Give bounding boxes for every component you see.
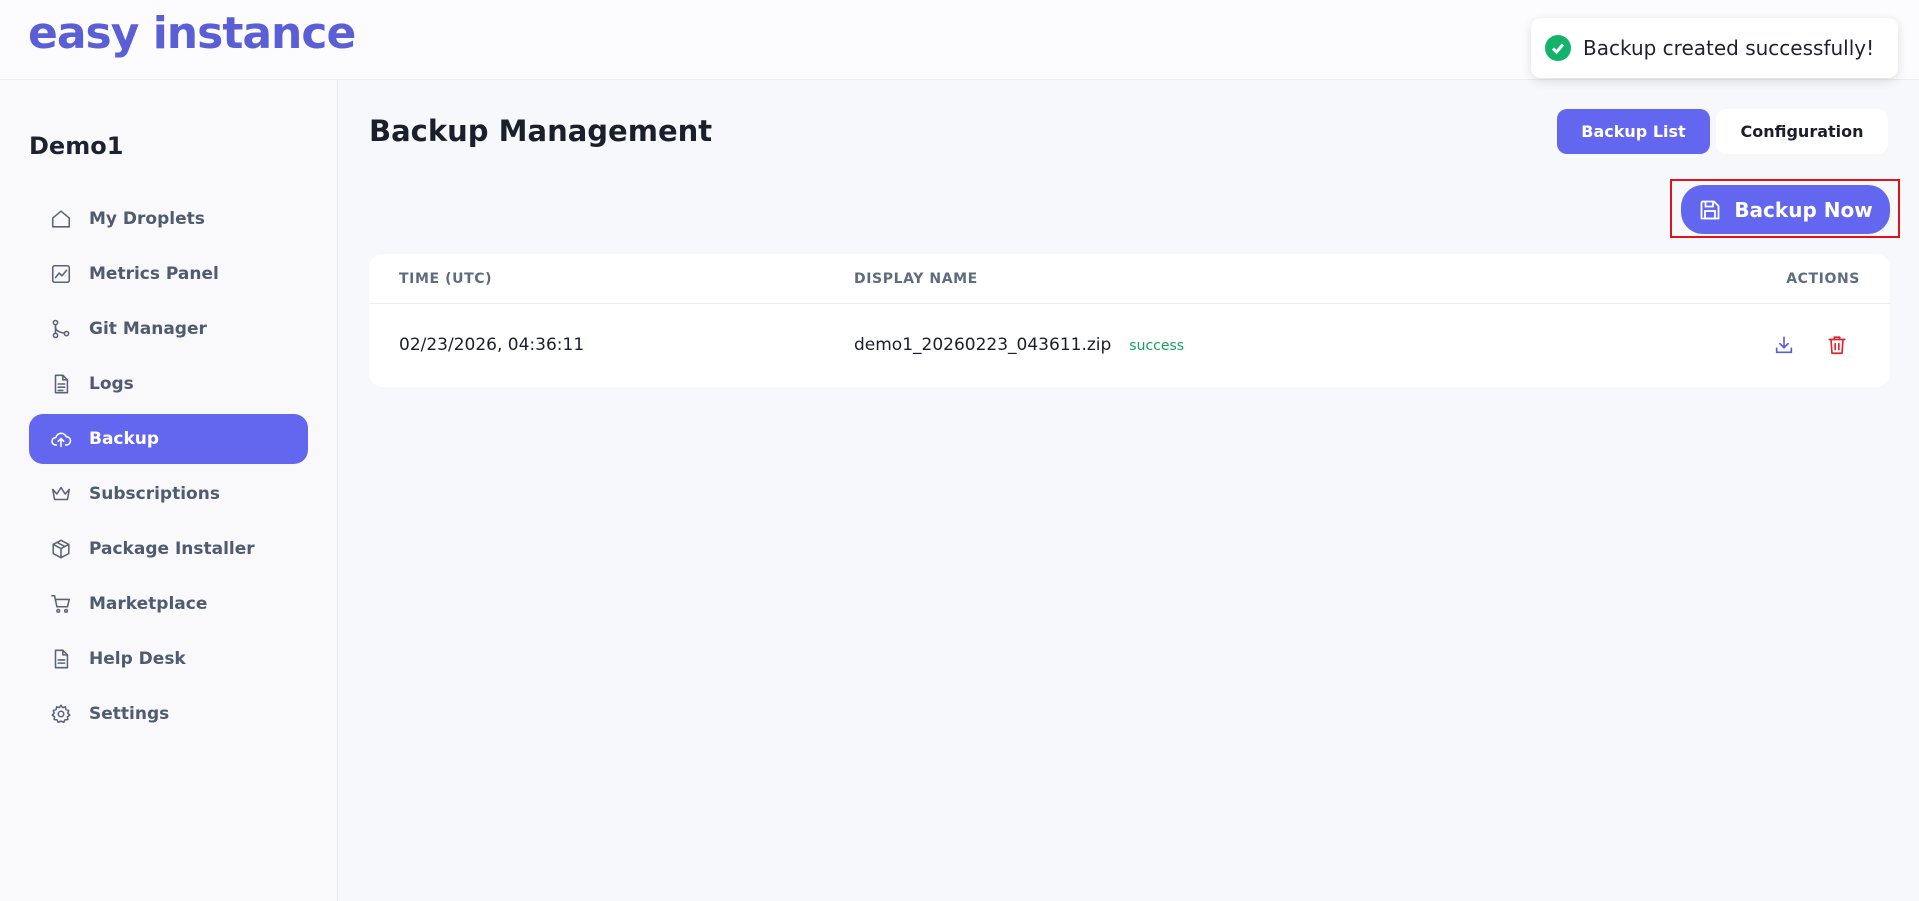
- table-row: 02/23/2026, 04:36:11 demo1_20260223_0436…: [369, 304, 1890, 387]
- git-branch-icon: [49, 317, 73, 341]
- highlight-box: Backup Now: [1670, 179, 1900, 238]
- download-button[interactable]: [1766, 327, 1802, 363]
- column-header-actions: ACTIONS: [1786, 271, 1860, 287]
- sidebar-item-label: Settings: [89, 704, 170, 724]
- backup-now-button[interactable]: Backup Now: [1681, 185, 1890, 234]
- sidebar-item-label: My Droplets: [89, 209, 205, 229]
- chart-icon: [49, 262, 73, 286]
- file-icon: [49, 647, 73, 671]
- sidebar-item-metrics-panel[interactable]: Metrics Panel: [29, 249, 308, 299]
- sidebar-item-help-desk[interactable]: Help Desk: [29, 634, 308, 684]
- backup-file-name: demo1_20260223_043611.zip: [854, 335, 1112, 355]
- sidebar-item-label: Logs: [89, 374, 134, 394]
- download-icon: [1775, 336, 1793, 354]
- sidebar-item-git-manager[interactable]: Git Manager: [29, 304, 308, 354]
- status-badge: success: [1129, 338, 1185, 354]
- sidebar-item-label: Subscriptions: [89, 484, 220, 504]
- sidebar-item-package-installer[interactable]: Package Installer: [29, 524, 308, 574]
- gear-icon: [49, 702, 73, 726]
- view-tabs: Backup List Configuration: [1557, 109, 1888, 154]
- sidebar-item-label: Marketplace: [89, 594, 208, 614]
- tab-configuration[interactable]: Configuration: [1716, 109, 1888, 154]
- sidebar-item-label: Help Desk: [89, 649, 186, 669]
- project-name: Demo1: [29, 132, 124, 160]
- success-toast: Backup created successfully!: [1531, 18, 1898, 78]
- backup-display-name: demo1_20260223_043611.zip success: [854, 335, 1184, 355]
- toast-message: Backup created successfully!: [1583, 36, 1875, 60]
- sidebar-item-label: Metrics Panel: [89, 264, 219, 284]
- main-content: Backup Management Backup List Configurat…: [339, 80, 1919, 901]
- package-icon: [49, 537, 73, 561]
- table-header: TIME (UTC) DISPLAY NAME ACTIONS: [369, 254, 1890, 304]
- sidebar-item-marketplace[interactable]: Marketplace: [29, 579, 308, 629]
- tab-backup-list[interactable]: Backup List: [1557, 109, 1710, 154]
- logo[interactable]: easy instance: [28, 8, 356, 59]
- sidebar-item-label: Package Installer: [89, 539, 255, 559]
- home-icon: [49, 207, 73, 231]
- trash-icon: [1828, 336, 1846, 355]
- save-icon: [1700, 200, 1720, 219]
- column-header-display-name: DISPLAY NAME: [854, 271, 978, 287]
- column-header-time: TIME (UTC): [399, 271, 493, 287]
- delete-button[interactable]: [1819, 327, 1855, 363]
- check-circle-icon: [1545, 35, 1571, 61]
- sidebar-item-label: Backup: [89, 429, 160, 449]
- crown-icon: [49, 482, 73, 506]
- document-icon: [49, 372, 73, 396]
- cloud-upload-icon: [49, 427, 73, 451]
- backup-now-label: Backup Now: [1734, 197, 1873, 222]
- sidebar-item-my-droplets[interactable]: My Droplets: [29, 194, 308, 244]
- sidebar-item-subscriptions[interactable]: Subscriptions: [29, 469, 308, 519]
- page-title: Backup Management: [369, 114, 713, 148]
- cart-icon: [49, 592, 73, 616]
- sidebar-item-label: Git Manager: [89, 319, 207, 339]
- sidebar-nav: My Droplets Metrics Panel Git Manager Lo…: [29, 194, 308, 744]
- backup-time: 02/23/2026, 04:36:11: [399, 335, 585, 355]
- sidebar: Demo1 My Droplets Metrics Panel Git Mana…: [0, 80, 338, 901]
- sidebar-item-settings[interactable]: Settings: [29, 689, 308, 739]
- sidebar-item-backup[interactable]: Backup: [29, 414, 308, 464]
- sidebar-item-logs[interactable]: Logs: [29, 359, 308, 409]
- backup-table: TIME (UTC) DISPLAY NAME ACTIONS 02/23/20…: [369, 254, 1890, 387]
